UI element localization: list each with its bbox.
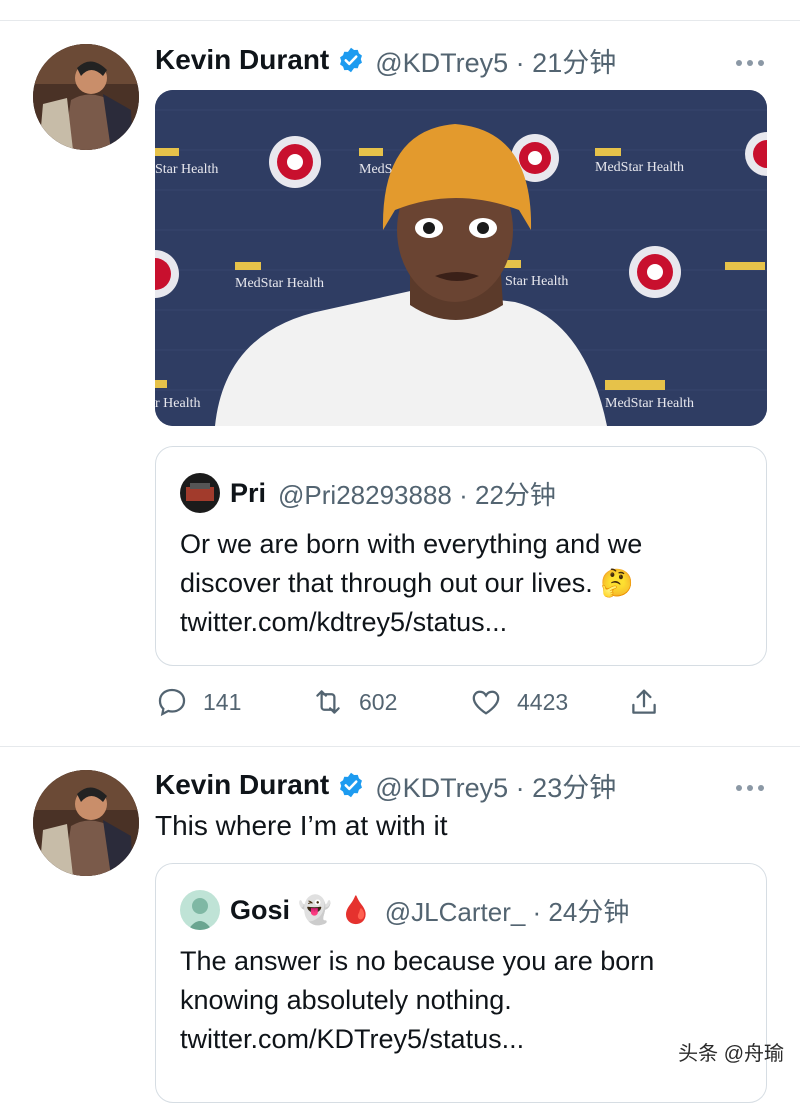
like-button[interactable]: 4423 xyxy=(469,682,568,722)
quoted-author-name: Gosi xyxy=(230,894,291,925)
quoted-tweet[interactable]: Pri @Pri28293888 · 22分钟 Or we are born w… xyxy=(155,446,767,666)
quoted-tweet-text: Or we are born with everything and we di… xyxy=(180,525,750,642)
sponsor-text: MedStar Health xyxy=(605,396,695,411)
wizards-logo-icon xyxy=(269,136,321,188)
sponsor-text: MedStar Health xyxy=(595,160,685,175)
quoted-author-name: Pri xyxy=(230,477,267,508)
more-options-icon[interactable] xyxy=(734,55,766,66)
quoted-text-line: discover that through out our lives. 🤔 xyxy=(180,568,634,598)
ghost-drop-emoji-icon: 👻 🩸 xyxy=(298,895,373,925)
tweet-header: Kevin Durant @KDTrey5 · 23分钟 xyxy=(155,765,616,805)
quoted-link[interactable]: twitter.com/KDTrey5/status... xyxy=(180,1020,750,1059)
retweet-button[interactable]: 602 xyxy=(311,682,397,722)
sponsor-text: Star Health xyxy=(505,274,569,289)
heart-icon xyxy=(472,690,500,715)
quoted-link[interactable]: twitter.com/kdtrey5/status... xyxy=(180,603,750,642)
verified-badge-icon xyxy=(337,46,365,74)
tweet-1[interactable]: Kevin Durant @KDTrey5 · 21分钟 Star Health… xyxy=(0,0,800,746)
quoted-text-line: knowing absolutely nothing. xyxy=(180,985,512,1015)
quoted-author-avatar xyxy=(180,473,220,513)
tweet-text: This where I’m at with it xyxy=(155,810,448,841)
reply-button[interactable]: 141 xyxy=(155,682,241,722)
sponsor-text: MedStar Health xyxy=(235,276,325,291)
like-count: 4423 xyxy=(517,688,569,715)
author-avatar[interactable] xyxy=(33,44,139,150)
verified-badge-icon xyxy=(337,771,365,799)
sponsor-text: Star Health xyxy=(155,162,219,177)
tweet-header: Kevin Durant @KDTrey5 · 21分钟 xyxy=(155,40,616,80)
quoted-tweet-header: Pri @Pri28293888 · 22分钟 xyxy=(180,473,556,513)
wizards-logo-icon xyxy=(629,246,681,298)
sponsor-text: r Health xyxy=(155,396,201,411)
reply-icon xyxy=(158,688,186,717)
share-icon xyxy=(632,689,656,714)
more-options-icon[interactable] xyxy=(734,780,766,791)
author-handle-timestamp[interactable]: @KDTrey5 · 23分钟 xyxy=(375,766,616,805)
quoted-author-handle-timestamp: @Pri28293888 · 22分钟 xyxy=(278,479,556,510)
quoted-tweet-text: The answer is no because you are born kn… xyxy=(180,942,750,1059)
tweet-actions: 141 602 4423 xyxy=(155,682,675,722)
share-button[interactable] xyxy=(627,682,661,722)
quoted-tweet-header: Gosi 👻 🩸 @JLCarter_ · 24分钟 xyxy=(180,890,629,930)
tweet-2[interactable]: Kevin Durant @KDTrey5 · 23分钟 This where … xyxy=(0,747,800,1103)
retweet-icon xyxy=(316,690,340,714)
sponsor-text: MedS xyxy=(359,162,393,177)
retweet-count: 602 xyxy=(359,688,398,715)
author-handle-timestamp[interactable]: @KDTrey5 · 21分钟 xyxy=(375,41,616,80)
quoted-text-line: The answer is no because you are born xyxy=(180,946,655,976)
tweet-media-image[interactable]: Star Health MedS MedStar Health MedStar … xyxy=(155,90,767,426)
quoted-author-handle-timestamp: @JLCarter_ · 24分钟 xyxy=(384,896,630,927)
watermark: 头条 @舟瑜 xyxy=(678,1043,784,1065)
author-avatar[interactable] xyxy=(33,770,139,876)
reply-count: 141 xyxy=(203,688,242,715)
quoted-author-avatar xyxy=(180,890,220,930)
author-name[interactable]: Kevin Durant xyxy=(155,769,329,801)
quoted-text-line: Or we are born with everything and we xyxy=(180,529,643,559)
quoted-tweet[interactable]: Gosi 👻 🩸 @JLCarter_ · 24分钟 The answer is… xyxy=(155,863,767,1103)
author-name[interactable]: Kevin Durant xyxy=(155,44,329,76)
